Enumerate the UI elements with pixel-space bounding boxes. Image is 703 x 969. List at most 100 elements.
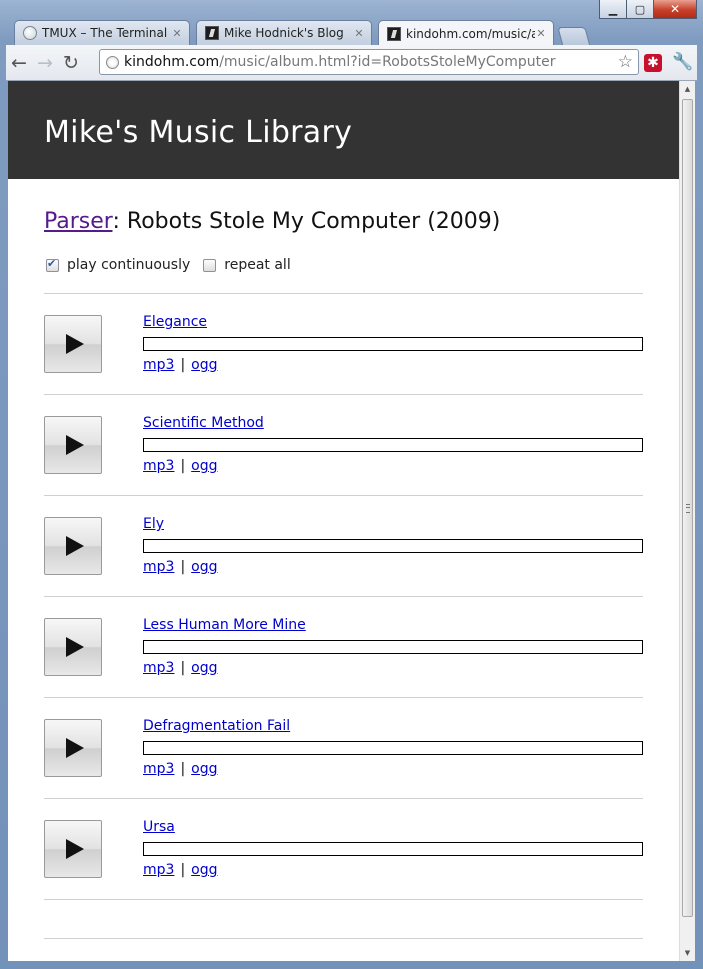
tab-tmux[interactable]: TMUX – The Terminal Multiplexer ✕ xyxy=(14,20,190,45)
play-continuously-checkbox[interactable] xyxy=(46,257,59,272)
close-tab-icon[interactable]: ✕ xyxy=(171,27,183,40)
download-links: mp3 | ogg xyxy=(143,357,218,373)
star-icon[interactable]: ☆ xyxy=(618,52,633,72)
browser-window: ▁ ▢ ✕ TMUX – The Terminal Multiplexer ✕ … xyxy=(0,0,703,969)
mp3-link[interactable]: mp3 xyxy=(143,357,174,373)
link-separator: | xyxy=(180,559,186,575)
mp3-link[interactable]: mp3 xyxy=(143,458,174,474)
wrench-icon[interactable]: 🔧 xyxy=(672,52,693,72)
play-icon xyxy=(66,738,84,758)
link-separator: | xyxy=(180,862,186,878)
track-progress-bar[interactable] xyxy=(143,438,643,452)
heading-separator: : xyxy=(112,209,120,234)
download-links: mp3 | ogg xyxy=(143,862,218,878)
track-row: Elegance mp3 | ogg xyxy=(44,294,643,395)
play-icon xyxy=(66,334,84,354)
play-button[interactable] xyxy=(44,517,102,575)
play-icon xyxy=(66,435,84,455)
download-links: mp3 | ogg xyxy=(143,660,218,676)
arrow-left-icon: ← xyxy=(11,51,27,74)
tab-label: kindohm.com/music/album.html?id=RobotsSt… xyxy=(406,26,535,41)
play-continuously-option[interactable]: play continuously xyxy=(46,257,190,273)
link-separator: | xyxy=(180,660,186,676)
track-title-link[interactable]: Ely xyxy=(143,516,164,532)
repeat-all-label: repeat all xyxy=(224,257,291,273)
repeat-all-option[interactable]: repeat all xyxy=(203,257,291,273)
album-heading: Parser: Robots Stole My Computer (2009) xyxy=(44,209,500,234)
play-button[interactable] xyxy=(44,315,102,373)
artist-link[interactable]: Parser xyxy=(44,209,112,234)
play-icon xyxy=(66,839,84,859)
address-bar[interactable]: kindohm.com/music/album.html?id=RobotsSt… xyxy=(99,49,639,75)
playback-options: play continuously repeat all xyxy=(46,257,304,273)
window-controls: ▁ ▢ ✕ xyxy=(599,0,697,20)
maximize-button[interactable]: ▢ xyxy=(627,0,654,19)
close-window-button[interactable]: ✕ xyxy=(654,0,697,19)
download-links: mp3 | ogg xyxy=(143,761,218,777)
track-title-link[interactable]: Ursa xyxy=(143,819,175,835)
scroll-down-arrow-icon[interactable]: ▼ xyxy=(680,945,695,961)
forward-button[interactable]: → xyxy=(32,50,58,76)
vertical-scrollbar[interactable]: ▲ ▼ xyxy=(679,81,695,961)
link-separator: | xyxy=(180,458,186,474)
ogg-link[interactable]: ogg xyxy=(191,458,217,474)
site-title: Mike's Music Library xyxy=(44,115,353,150)
play-icon xyxy=(66,536,84,556)
blog-favicon xyxy=(387,26,401,41)
track-progress-bar[interactable] xyxy=(143,741,643,755)
close-tab-icon[interactable]: ✕ xyxy=(353,27,365,40)
play-button[interactable] xyxy=(44,416,102,474)
track-list: Elegance mp3 | ogg Scientific Method mp3 | o… xyxy=(44,293,643,900)
track-progress-bar[interactable] xyxy=(143,842,643,856)
ogg-link[interactable]: ogg xyxy=(191,862,217,878)
scrollbar-thumb[interactable] xyxy=(682,99,693,917)
url-host: kindohm.com xyxy=(124,54,220,70)
repeat-all-checkbox[interactable] xyxy=(203,258,217,272)
reload-icon: ↻ xyxy=(63,51,79,74)
browser-toolbar: ← → ↻ kindohm.com/music/album.html?id=Ro… xyxy=(6,45,697,81)
play-continuously-label: play continuously xyxy=(67,257,191,273)
tab-label: Mike Hodnick's Blog xyxy=(224,26,344,40)
mp3-link[interactable]: mp3 xyxy=(143,761,174,777)
tab-album[interactable]: kindohm.com/music/album.html?id=RobotsSt… xyxy=(378,20,554,46)
track-title-link[interactable]: Elegance xyxy=(143,314,207,330)
reload-button[interactable]: ↻ xyxy=(58,50,84,76)
track-row: Scientific Method mp3 | ogg xyxy=(44,395,643,496)
download-links: mp3 | ogg xyxy=(143,458,218,474)
minimize-button[interactable]: ▁ xyxy=(599,0,627,19)
ogg-link[interactable]: ogg xyxy=(191,559,217,575)
blog-favicon xyxy=(205,26,219,40)
track-title-link[interactable]: Less Human More Mine xyxy=(143,617,306,633)
track-row: Ely mp3 | ogg xyxy=(44,496,643,597)
scroll-up-arrow-icon[interactable]: ▲ xyxy=(680,81,695,97)
back-button[interactable]: ← xyxy=(6,50,32,76)
tab-blog[interactable]: Mike Hodnick's Blog ✕ xyxy=(196,20,372,45)
grip-icon xyxy=(686,504,690,513)
play-button[interactable] xyxy=(44,719,102,777)
new-tab-button[interactable] xyxy=(557,27,591,47)
album-title: Robots Stole My Computer (2009) xyxy=(126,209,501,234)
link-separator: | xyxy=(180,357,186,373)
download-links: mp3 | ogg xyxy=(143,559,218,575)
ogg-link[interactable]: ogg xyxy=(191,660,217,676)
play-button[interactable] xyxy=(44,618,102,676)
track-progress-bar[interactable] xyxy=(143,539,643,553)
play-button[interactable] xyxy=(44,820,102,878)
extension-icon[interactable]: ✱ xyxy=(644,54,662,72)
track-progress-bar[interactable] xyxy=(143,640,643,654)
mp3-link[interactable]: mp3 xyxy=(143,660,174,676)
mp3-link[interactable]: mp3 xyxy=(143,862,174,878)
url-path: /music/album.html?id=RobotsStoleMyComput… xyxy=(219,54,556,70)
mp3-link[interactable]: mp3 xyxy=(143,559,174,575)
footer-divider xyxy=(44,938,643,939)
track-title-link[interactable]: Scientific Method xyxy=(143,415,264,431)
track-row: Ursa mp3 | ogg xyxy=(44,799,643,900)
link-separator: | xyxy=(180,761,186,777)
track-row: Less Human More Mine mp3 | ogg xyxy=(44,597,643,698)
track-progress-bar[interactable] xyxy=(143,337,643,351)
page-viewport: Mike's Music Library Parser: Robots Stol… xyxy=(8,81,695,961)
close-tab-icon[interactable]: ✕ xyxy=(535,27,547,40)
track-title-link[interactable]: Defragmentation Fail xyxy=(143,718,290,734)
ogg-link[interactable]: ogg xyxy=(191,761,217,777)
ogg-link[interactable]: ogg xyxy=(191,357,217,373)
